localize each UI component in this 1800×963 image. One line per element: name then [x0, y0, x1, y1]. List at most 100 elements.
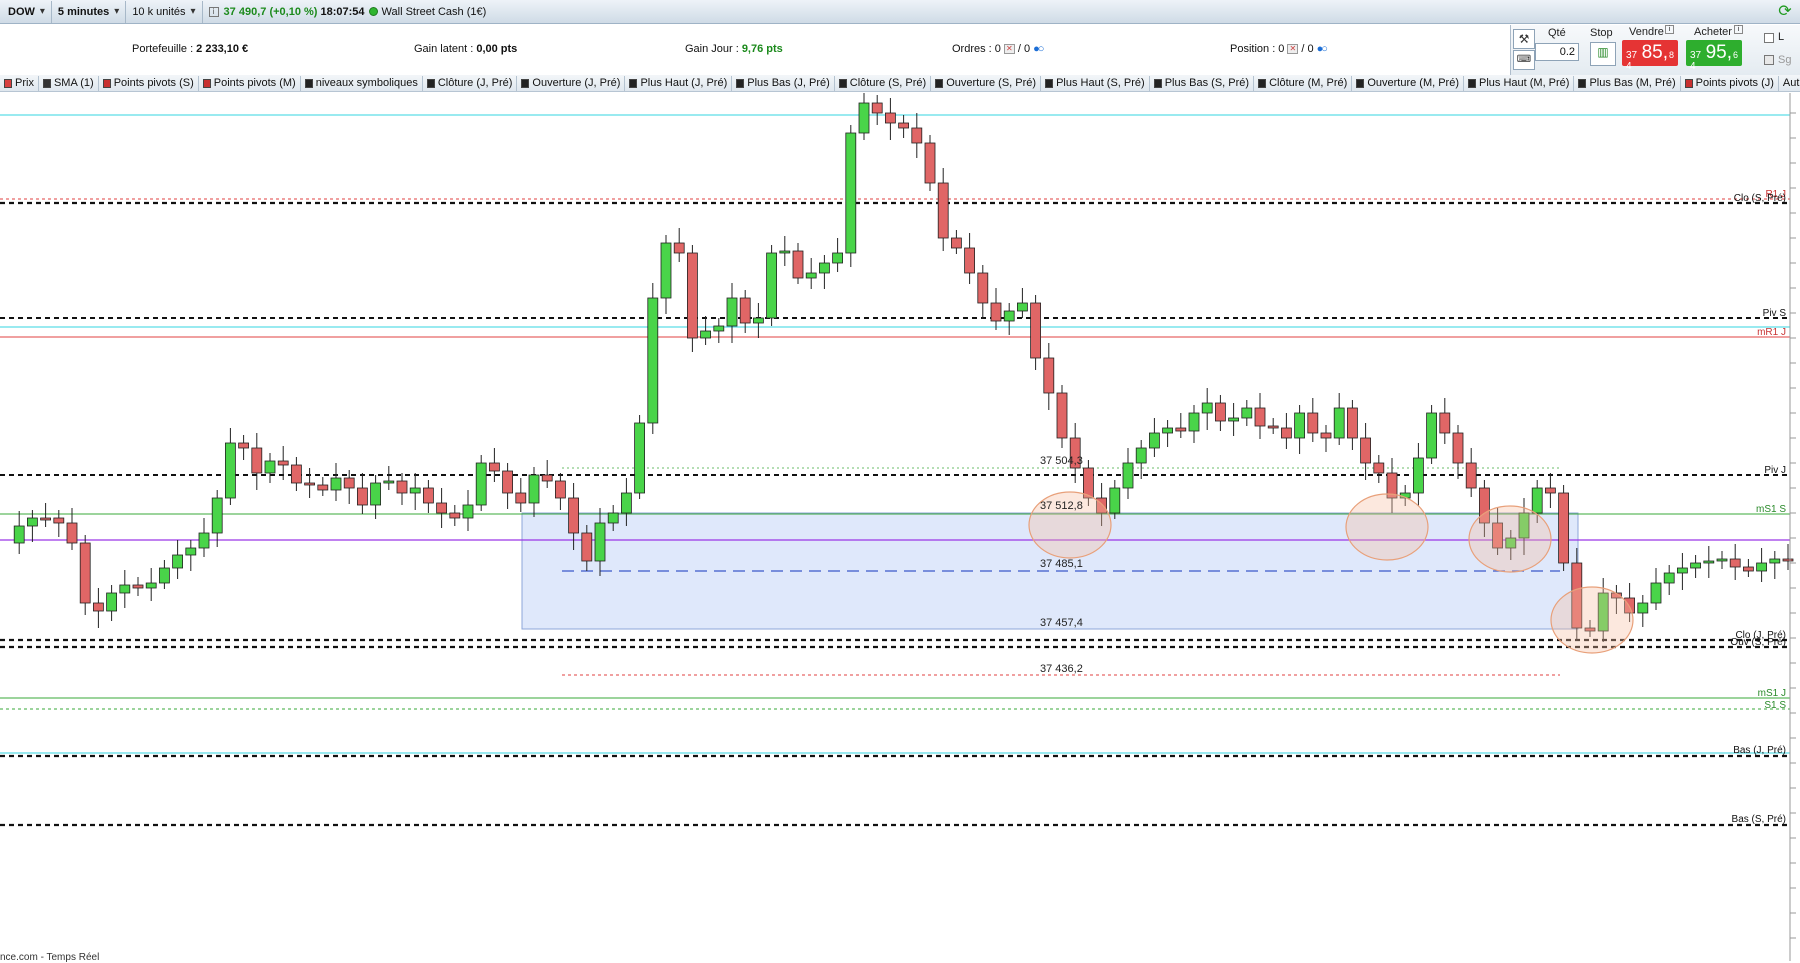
bull-candle — [462, 504, 474, 519]
indicator-tab[interactable]: Autres — [1779, 76, 1800, 91]
timeframe-selector[interactable]: 5 minutes — [52, 0, 127, 23]
buy-info-icon[interactable]: i — [1734, 25, 1743, 34]
bear-candle — [1360, 437, 1371, 464]
bear-candle — [1347, 407, 1358, 439]
bear-candle — [977, 272, 989, 304]
bear-candle — [132, 584, 144, 589]
bull-candle — [264, 460, 276, 474]
bear-candle — [687, 252, 698, 339]
bear-candle — [1083, 467, 1094, 499]
bull-candle — [1716, 558, 1728, 562]
indicator-tab[interactable]: Plus Haut (J, Pré) — [625, 75, 733, 91]
wrench-icon[interactable]: ⚒ — [1513, 29, 1535, 49]
indicator-swatch-icon — [102, 78, 111, 88]
bull-candle — [198, 532, 210, 549]
indicator-tab[interactable]: Plus Bas (J, Pré) — [732, 75, 835, 91]
bear-candle — [238, 442, 250, 449]
bull-candle — [145, 582, 157, 589]
bear-candle — [541, 474, 553, 482]
bull-candle — [845, 132, 857, 254]
position-close-icon[interactable]: ✕ — [1287, 44, 1299, 54]
zone-price-label: 37 436,2 — [1040, 663, 1083, 675]
bear-candle — [581, 532, 593, 562]
bull-candle — [832, 252, 843, 264]
indicator-swatch-icon — [1684, 78, 1693, 88]
bull-candle — [607, 512, 619, 524]
indicator-label: SMA (1) — [53, 77, 94, 89]
keyboard-icon[interactable]: ⌨ — [1513, 50, 1535, 70]
position-link-icon[interactable]: ●○ — [1317, 43, 1328, 55]
indicator-swatch-icon — [1468, 78, 1476, 88]
bear-candle — [924, 142, 936, 184]
last-price: 37 490,7 — [223, 5, 267, 18]
qty-label: Qté — [1548, 27, 1566, 39]
buy-button[interactable]: 37 4 95, 6 — [1686, 40, 1742, 72]
checkbox-sg[interactable] — [1764, 55, 1774, 65]
bull-candle — [647, 297, 659, 424]
bull-candle — [106, 592, 117, 612]
bear-candle — [1465, 462, 1477, 489]
indicator-tab[interactable]: Plus Bas (M, Pré) — [1574, 75, 1681, 91]
sell-button[interactable]: 37 4 85, 8 — [1622, 40, 1678, 72]
indicator-tab[interactable]: Points pivots (M) — [199, 75, 301, 91]
bull-candle — [1122, 462, 1134, 489]
indicator-tabs: Prix SMA (1) Points pivots (S) Points pivot… — [0, 75, 1800, 92]
indicator-tab[interactable]: Points pivots (J) — [1681, 75, 1779, 91]
bull-candle — [383, 480, 395, 484]
indicator-tab[interactable]: Clôture (J, Pré) — [423, 75, 518, 91]
indicator-tab[interactable]: Ouverture (M, Pré) — [1352, 75, 1464, 91]
indicator-tab[interactable]: niveaux symboliques — [301, 75, 423, 91]
refresh-icon[interactable]: ⟳ — [1775, 2, 1795, 22]
bull-candle — [1531, 487, 1543, 514]
indicator-tab[interactable]: Plus Bas (S, Pré) — [1150, 75, 1255, 91]
bear-candle — [356, 487, 368, 506]
orders-close-icon[interactable]: ✕ — [1003, 44, 1015, 54]
indicator-swatch-icon — [1356, 78, 1365, 88]
indicator-tab[interactable]: SMA (1) — [39, 75, 99, 91]
bull-candle — [1769, 558, 1781, 564]
bull-candle — [211, 497, 223, 534]
indicator-tab[interactable]: Prix — [0, 75, 39, 91]
instrument-selector[interactable]: DOW — [0, 0, 52, 23]
bear-candle — [1545, 487, 1556, 494]
bull-candle — [1663, 572, 1675, 584]
info-icon[interactable]: i — [208, 6, 219, 17]
sell-price-big: 85, — [1641, 42, 1668, 63]
qty-input[interactable]: 0.2 — [1535, 43, 1579, 61]
bull-candle — [779, 250, 791, 254]
stop-config-icon[interactable]: ▥ — [1590, 42, 1616, 66]
indicator-tab[interactable]: Clôture (M, Pré) — [1254, 75, 1353, 91]
indicator-label: Plus Bas (S, Pré) — [1164, 77, 1250, 89]
units-selector[interactable]: 10 k unités — [126, 0, 203, 23]
bull-candle — [726, 297, 738, 327]
buy-price-sup: 6 — [1732, 50, 1738, 60]
bear-candle — [343, 477, 355, 489]
indicator-tab[interactable]: Clôture (S, Pré) — [835, 75, 932, 91]
indicator-tab[interactable]: Plus Haut (S, Pré) — [1041, 75, 1150, 91]
sell-info-icon[interactable]: i — [1665, 25, 1674, 34]
indicator-swatch-icon — [736, 78, 745, 88]
indicator-tab[interactable]: Ouverture (J, Pré) — [517, 75, 626, 91]
bull-candle — [700, 330, 711, 339]
bull-candle — [1756, 562, 1767, 572]
bear-candle — [739, 297, 751, 324]
indicator-swatch-icon — [42, 78, 51, 88]
indicator-tab[interactable]: Ouverture (S, Pré) — [931, 75, 1042, 91]
instrument-label: DOW — [8, 5, 35, 18]
bear-candle — [1729, 558, 1741, 568]
bull-candle — [1241, 407, 1253, 419]
bear-candle — [277, 460, 289, 466]
bear-candle — [911, 127, 923, 144]
indicator-tab[interactable]: Points pivots (S) — [99, 75, 199, 91]
indicator-swatch-icon — [202, 78, 211, 88]
bear-candle — [1452, 432, 1464, 464]
bear-candle — [1030, 302, 1041, 359]
bear-candle — [290, 464, 302, 484]
level-label: mS1 J — [1758, 688, 1786, 699]
indicator-tab[interactable]: Plus Haut (M, Pré) — [1464, 75, 1575, 91]
price-chart[interactable]: 37 512,8 37 485,1 37 457,4 37 436,2 37 504,3… — [0, 93, 1800, 961]
orders-link-icon[interactable]: ●○ — [1033, 43, 1044, 55]
bull-candle — [1201, 402, 1213, 414]
bull-candle — [1149, 432, 1160, 449]
checkbox-l[interactable] — [1764, 33, 1774, 43]
